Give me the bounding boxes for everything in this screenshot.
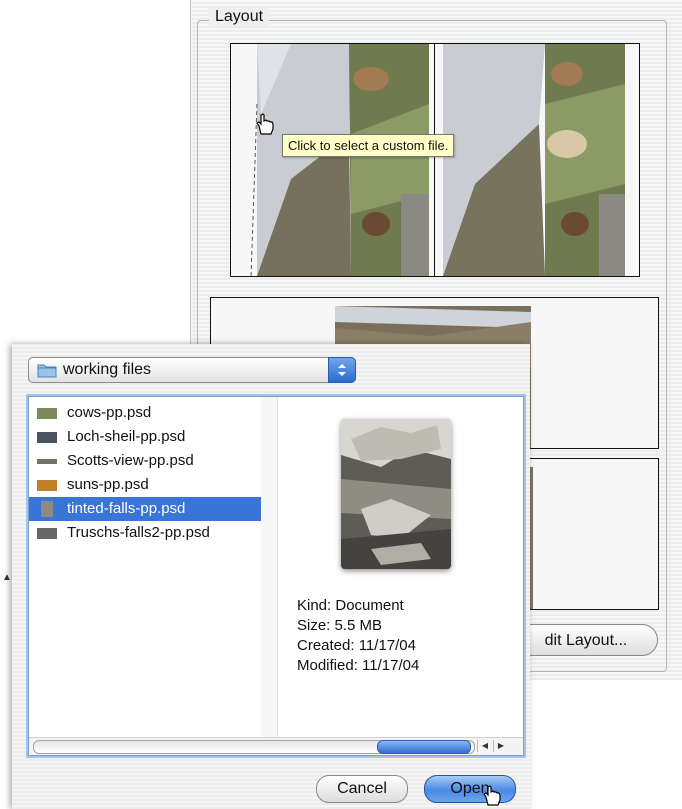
file-row-cows[interactable]: cows-pp.psd bbox=[29, 401, 261, 425]
file-browser: cows-pp.psd Loch-sheil-pp.psd Scotts-vie… bbox=[28, 396, 524, 756]
file-row-suns[interactable]: suns-pp.psd bbox=[29, 473, 261, 497]
scroll-left-arrow-icon[interactable]: ◀ bbox=[477, 740, 492, 752]
image-thumbnail-icon bbox=[37, 408, 57, 419]
column-gutter bbox=[261, 397, 278, 737]
image-thumbnail-icon bbox=[37, 528, 57, 539]
file-size: Size: 5.5 MB bbox=[297, 617, 383, 634]
file-preview-image bbox=[341, 419, 451, 569]
layout-cell-1[interactable] bbox=[230, 43, 435, 277]
file-created: Created: 11/17/04 bbox=[297, 637, 416, 654]
file-column: cows-pp.psd Loch-sheil-pp.psd Scotts-vie… bbox=[29, 397, 262, 737]
location-label: working files bbox=[63, 361, 152, 378]
image-thumbnail-icon bbox=[37, 459, 57, 464]
landscape-photo-2 bbox=[435, 44, 639, 276]
landscape-photo-1 bbox=[231, 44, 434, 276]
file-row-scotts-view[interactable]: Scotts-view-pp.psd bbox=[29, 449, 261, 473]
open-file-dialog: working files cows-pp.psd Loch-sheil-pp.… bbox=[12, 344, 530, 809]
folder-icon bbox=[37, 364, 57, 378]
location-popup[interactable]: working files bbox=[28, 357, 356, 383]
image-thumbnail-icon bbox=[41, 501, 53, 517]
file-name: Truschs-falls2-pp.psd bbox=[67, 524, 210, 541]
file-row-truschs-falls2[interactable]: Truschs-falls2-pp.psd bbox=[29, 521, 261, 545]
hand-cursor-icon bbox=[256, 113, 274, 135]
file-name: Scotts-view-pp.psd bbox=[67, 452, 194, 469]
preview-pane: Kind: Document Size: 5.5 MB Created: 11/… bbox=[279, 397, 523, 737]
open-button[interactable]: Open bbox=[424, 775, 516, 803]
hand-cursor-icon bbox=[483, 785, 501, 806]
file-modified: Modified: 11/17/04 bbox=[297, 657, 420, 674]
layout-cell-2[interactable] bbox=[434, 43, 640, 277]
layout-legend: Layout bbox=[209, 8, 270, 26]
tooltip: Click to select a custom file. bbox=[282, 134, 455, 157]
file-row-loch-sheil[interactable]: Loch-sheil-pp.psd bbox=[29, 425, 261, 449]
scroll-right-arrow-icon[interactable]: ▶ bbox=[493, 740, 508, 752]
collapse-caret-icon: ▲ bbox=[2, 572, 12, 583]
file-kind: Kind: Document bbox=[297, 597, 404, 614]
popup-arrows-icon[interactable] bbox=[328, 357, 356, 383]
file-name: suns-pp.psd bbox=[67, 476, 149, 493]
file-name: tinted-falls-pp.psd bbox=[67, 500, 186, 517]
scroll-thumb[interactable] bbox=[377, 740, 471, 754]
cancel-button[interactable]: Cancel bbox=[316, 775, 408, 803]
image-thumbnail-icon bbox=[37, 432, 57, 443]
file-name: Loch-sheil-pp.psd bbox=[67, 428, 186, 445]
file-row-tinted-falls[interactable]: tinted-falls-pp.psd bbox=[29, 497, 261, 521]
horizontal-scrollbar[interactable]: ◀ ▶ bbox=[29, 737, 523, 755]
image-thumbnail-icon bbox=[37, 480, 57, 491]
layout-cell-4[interactable] bbox=[520, 458, 659, 610]
landscape-photo-4 bbox=[521, 459, 658, 609]
file-name: cows-pp.psd bbox=[67, 404, 152, 421]
